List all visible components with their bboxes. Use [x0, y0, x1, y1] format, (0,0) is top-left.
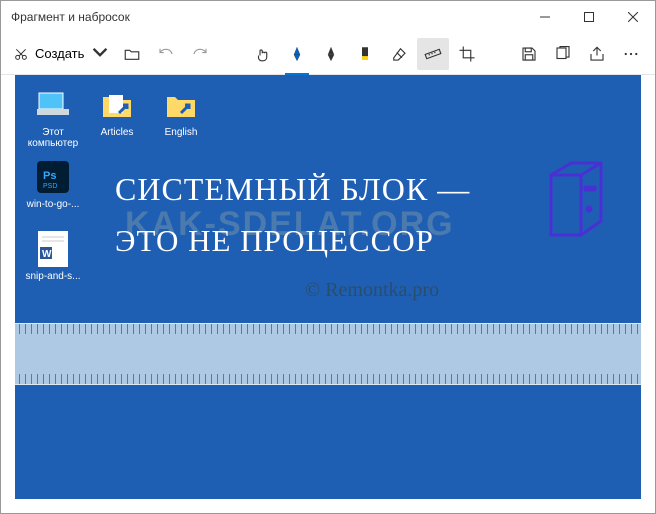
close-button[interactable]	[611, 1, 655, 33]
more-button[interactable]	[615, 38, 647, 70]
desktop-icon-computer: Этот компьютер	[23, 87, 83, 149]
signature-text: © Remontka.pro	[305, 279, 439, 302]
pen-tool-dark[interactable]	[315, 38, 347, 70]
folder-icon	[99, 87, 135, 123]
svg-text:PSD: PSD	[43, 183, 57, 190]
save-button[interactable]	[513, 38, 545, 70]
canvas[interactable]: Этот компьютер Articles English PsPSD wi…	[15, 75, 641, 499]
window-title: Фрагмент и набросок	[11, 10, 523, 24]
desktop-icon-english: English	[151, 87, 211, 138]
pen-tool-blue[interactable]	[281, 38, 313, 70]
chevron-down-icon	[92, 44, 108, 63]
drawn-computer-icon	[541, 155, 611, 250]
app-window: Фрагмент и набросок Создать	[0, 0, 656, 514]
desktop-icon-label: Этот компьютер	[23, 127, 83, 149]
desktop-icon-psd: PsPSD win-to-go-...	[23, 159, 83, 210]
share-button[interactable]	[581, 38, 613, 70]
desktop-icon-label: snip-and-s...	[23, 271, 83, 282]
handwritten-line-1: СИСТЕМНЫЙ БЛОК —	[115, 171, 470, 208]
folder-icon	[163, 87, 199, 123]
crop-tool[interactable]	[451, 38, 483, 70]
copy-button[interactable]	[547, 38, 579, 70]
computer-icon	[35, 87, 71, 123]
minimize-button[interactable]	[523, 1, 567, 33]
desktop-icon-label: English	[151, 127, 211, 138]
word-doc-icon: W	[35, 231, 71, 267]
highlighter-tool[interactable]	[349, 38, 381, 70]
toolbar: Создать	[1, 33, 655, 75]
redo-button[interactable]	[184, 38, 216, 70]
svg-text:W: W	[42, 249, 52, 260]
maximize-button[interactable]	[567, 1, 611, 33]
desktop-icon-articles: Articles	[87, 87, 147, 138]
touch-writing-button[interactable]	[247, 38, 279, 70]
ruler-tool[interactable]	[417, 38, 449, 70]
new-snip-button[interactable]: Создать	[9, 38, 114, 70]
svg-text:Ps: Ps	[43, 170, 56, 182]
photoshop-icon: PsPSD	[35, 159, 71, 195]
desktop-icon-label: win-to-go-...	[23, 199, 83, 210]
ruler-overlay[interactable]	[15, 323, 641, 385]
new-snip-label: Создать	[35, 46, 84, 61]
desktop-icon-label: Articles	[87, 127, 147, 138]
open-file-button[interactable]	[116, 38, 148, 70]
undo-button[interactable]	[150, 38, 182, 70]
titlebar: Фрагмент и набросок	[1, 1, 655, 33]
eraser-tool[interactable]	[383, 38, 415, 70]
handwritten-line-2: ЭТО НЕ ПРОЦЕССОР	[115, 223, 434, 259]
desktop-icon-word: W snip-and-s...	[23, 231, 83, 282]
